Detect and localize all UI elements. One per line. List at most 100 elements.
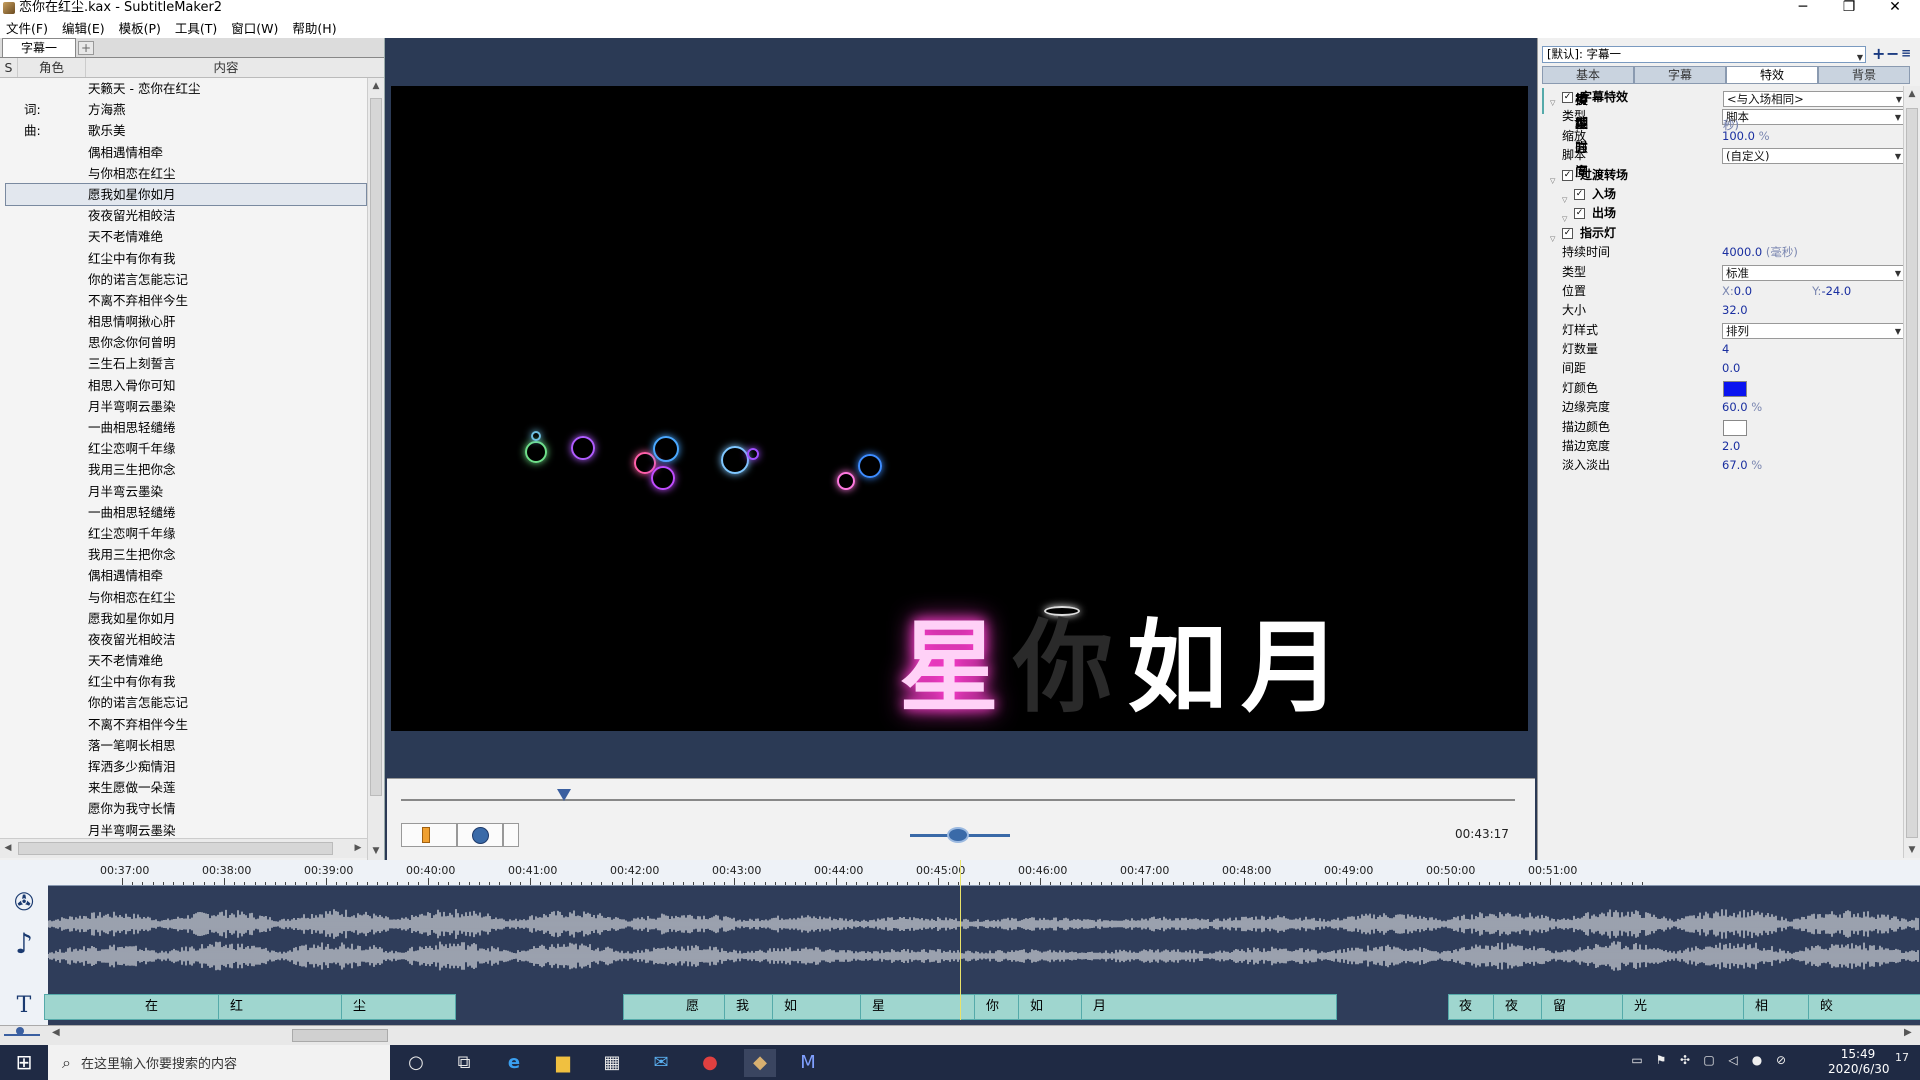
group-checkbox[interactable]: ✓: [1562, 92, 1573, 103]
column-content[interactable]: 内容: [86, 58, 366, 77]
tab-basic[interactable]: 基本: [1542, 66, 1634, 84]
subtitle-block[interactable]: 愿我如星你如月: [623, 994, 1337, 1020]
list-item[interactable]: 月半弯云墨染: [0, 481, 367, 502]
column-role[interactable]: 角色: [18, 58, 86, 77]
scroll-down-icon[interactable]: ▼: [368, 843, 384, 860]
tab-background[interactable]: 背景: [1818, 66, 1910, 84]
edge-browser-icon[interactable]: e: [498, 1049, 530, 1077]
tray-security-icon[interactable]: ⚑: [1652, 1053, 1670, 1067]
list-item[interactable]: 偶相遇情相牵: [0, 565, 367, 586]
add-tab-button[interactable]: +: [78, 41, 95, 55]
property-value[interactable]: 60.0 %: [1722, 398, 1762, 417]
list-item[interactable]: 愿我如星你如月: [0, 608, 367, 629]
group-checkbox[interactable]: ✓: [1562, 227, 1573, 239]
cortana-icon[interactable]: ○: [400, 1049, 432, 1077]
property-select[interactable]: 排列 ▼: [1722, 322, 1905, 339]
color-swatch[interactable]: [1723, 380, 1747, 397]
list-item[interactable]: 曲: 歌乐美: [0, 120, 367, 141]
menu-template[interactable]: 模板(P): [119, 18, 161, 37]
list-item[interactable]: 与你相恋在红尘: [0, 163, 367, 184]
menu-window[interactable]: 窗口(W): [231, 18, 278, 37]
tray-app-icon[interactable]: ✣: [1676, 1053, 1694, 1067]
list-item[interactable]: 红尘中有你有我: [0, 248, 367, 269]
app-red-icon[interactable]: ●: [694, 1049, 726, 1077]
tab-subtitle-1[interactable]: 字幕一: [2, 38, 77, 57]
list-item[interactable]: 偶相遇情相牵: [0, 142, 367, 163]
notification-badge[interactable]: 17: [1888, 1051, 1916, 1064]
list-item[interactable]: 思你念你何曾明: [0, 332, 367, 353]
property-select[interactable]: (自定义) ▼: [1722, 148, 1905, 165]
scroll-right-icon[interactable]: ▶: [350, 839, 366, 857]
remove-preset-button[interactable]: −: [1886, 44, 1899, 63]
list-item[interactable]: 愿你为我守长情: [0, 798, 367, 819]
property-value[interactable]: 67.0 %: [1722, 456, 1762, 475]
menu-tools[interactable]: 工具(T): [175, 18, 217, 37]
menu-file[interactable]: 文件(F): [6, 18, 48, 37]
scroll-up-icon[interactable]: ▲: [1904, 86, 1920, 102]
pause-button[interactable]: [401, 823, 457, 847]
tray-network-icon[interactable]: ▭: [1628, 1053, 1646, 1067]
taskbar-search[interactable]: ⌕ 在这里输入你要搜索的内容: [48, 1045, 390, 1080]
list-item[interactable]: 天不老情难绝: [0, 650, 367, 671]
scroll-left-icon[interactable]: ◀: [0, 839, 16, 857]
preset-select[interactable]: [默认]: 字幕一 ▼: [1542, 46, 1866, 63]
tray-display-icon[interactable]: ▢: [1700, 1053, 1718, 1067]
group-checkbox[interactable]: ✓: [1574, 188, 1585, 200]
list-horizontal-scrollbar[interactable]: ◀ ▶: [0, 838, 367, 858]
list-item[interactable]: 夜夜留光相皎洁: [0, 205, 367, 226]
list-item[interactable]: 月半弯啊云墨染: [0, 396, 367, 417]
list-item[interactable]: 词: 方海燕: [0, 99, 367, 120]
preset-menu-button[interactable]: ≡: [1901, 46, 1911, 60]
list-item[interactable]: 我用三生把你念: [0, 459, 367, 480]
tab-effects[interactable]: 特效: [1726, 66, 1818, 84]
app-blue-icon[interactable]: M: [792, 1049, 824, 1077]
scroll-up-icon[interactable]: ▲: [368, 78, 384, 95]
group-checkbox[interactable]: ✓: [1562, 169, 1573, 181]
list-item[interactable]: 愿我如星你如月: [5, 182, 367, 207]
playhead[interactable]: [960, 860, 961, 1020]
property-value[interactable]: 4000.0 (毫秒): [1722, 243, 1798, 262]
text-track-icon[interactable]: T: [8, 990, 40, 1022]
scroll-thumb[interactable]: [370, 98, 382, 796]
property-value[interactable]: 4: [1722, 340, 1729, 359]
scroll-right-icon[interactable]: ▶: [1904, 1027, 1912, 1038]
list-item[interactable]: 落一笔啊长相思: [0, 735, 367, 756]
list-item[interactable]: 相思情啊揪心肝: [0, 311, 367, 332]
tab-subtitle[interactable]: 字幕: [1634, 66, 1726, 84]
subtitle-block[interactable]: 在红尘: [44, 994, 456, 1020]
group-checkbox[interactable]: ✓: [1574, 208, 1585, 220]
list-item[interactable]: 月半弯啊云墨染: [0, 820, 367, 838]
seek-thumb[interactable]: [557, 789, 571, 801]
list-item[interactable]: 夜夜留光相皎洁: [0, 629, 367, 650]
properties-scrollbar[interactable]: ▲ ▼: [1903, 86, 1920, 858]
column-s[interactable]: S: [0, 58, 18, 77]
timeline-scrollbar[interactable]: ◀ ▶: [0, 1025, 1920, 1045]
tray-volume-icon[interactable]: ◁: [1724, 1053, 1742, 1067]
list-item[interactable]: 天籁天 - 恋你在红尘: [0, 78, 367, 99]
minimize-button[interactable]: ─: [1780, 0, 1826, 16]
list-item[interactable]: 不离不弃相伴今生: [0, 290, 367, 311]
video-canvas[interactable]: 星 你 如 月: [391, 86, 1528, 731]
scroll-thumb[interactable]: [292, 1029, 388, 1042]
audio-waveform[interactable]: [48, 886, 1920, 1004]
list-item[interactable]: 来生愿做一朵莲: [0, 777, 367, 798]
menu-edit[interactable]: 编辑(E): [62, 18, 105, 37]
list-item[interactable]: 不离不弃相伴今生: [0, 714, 367, 735]
close-button[interactable]: ✕: [1872, 0, 1918, 16]
volume-thumb[interactable]: [947, 827, 969, 843]
subtitle-block[interactable]: 夜夜留光相皎: [1448, 994, 1920, 1020]
property-value[interactable]: 32.0: [1722, 301, 1748, 320]
list-item[interactable]: 你的诺言怎能忘记: [0, 269, 367, 290]
record-button[interactable]: [457, 823, 503, 847]
list-item[interactable]: 一曲相思轻缱绻: [0, 417, 367, 438]
zoom-thumb[interactable]: [16, 1027, 24, 1035]
list-item[interactable]: 红尘恋啊千年缘: [0, 438, 367, 459]
list-item[interactable]: 一曲相思轻缱绻: [0, 502, 367, 523]
music-note-icon[interactable]: ♪: [8, 928, 40, 960]
position-value[interactable]: X:0.0 Y:-24.0: [1722, 282, 1851, 301]
extra-button[interactable]: [503, 823, 519, 847]
scroll-left-icon[interactable]: ◀: [52, 1027, 60, 1038]
file-explorer-icon[interactable]: ▆: [547, 1049, 579, 1077]
color-swatch[interactable]: [1723, 419, 1747, 436]
property-select[interactable]: <与入场相同> ▼: [1723, 91, 1906, 107]
